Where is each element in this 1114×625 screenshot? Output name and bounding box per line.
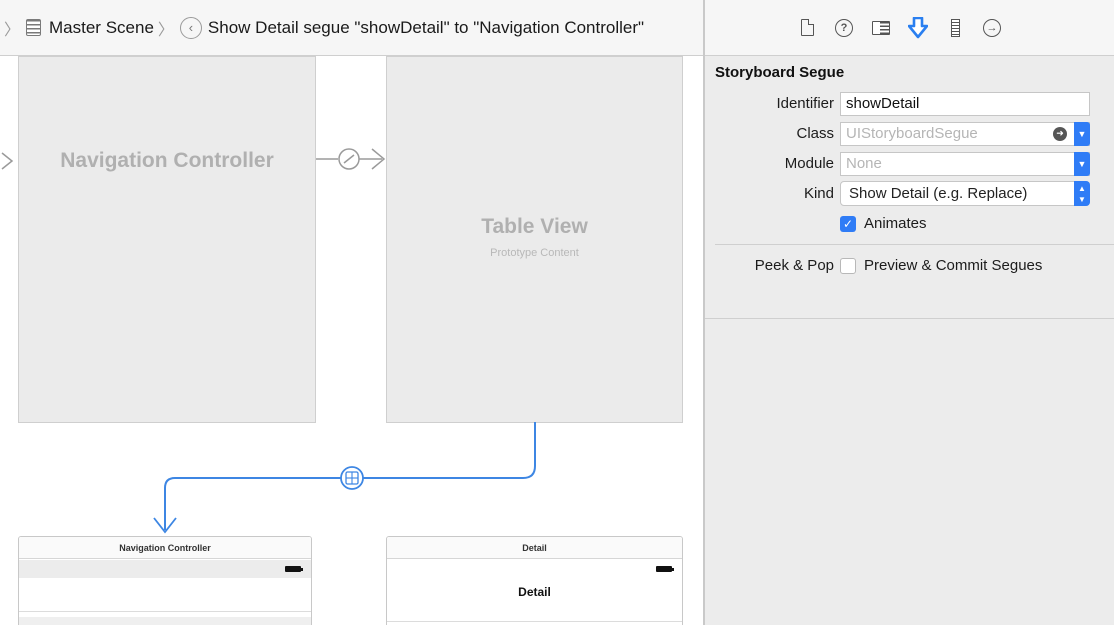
divider: [19, 611, 311, 612]
connections-inspector-tab[interactable]: →: [982, 17, 1002, 39]
storyboard-canvas[interactable]: Navigation Controller Table View Prototy…: [0, 56, 703, 625]
battery-icon: [285, 566, 303, 572]
attributes-inspector-tab[interactable]: [908, 16, 928, 39]
divider: [387, 621, 682, 622]
module-label: Module: [784, 155, 834, 172]
jump-bar: 〉 Master Scene 〉 ‹ Show Detail segue "sh…: [0, 0, 704, 56]
kind-label: Kind: [803, 185, 834, 202]
module-field[interactable]: None ▼: [840, 151, 1090, 176]
toolbar: [19, 617, 311, 625]
identity-card-icon: [872, 20, 890, 35]
peek-pop-row: Peek & Pop Preview & Commit Segues: [715, 251, 1104, 280]
kind-value: Show Detail (e.g. Replace): [849, 185, 1028, 202]
animates-checkbox[interactable]: ✓: [840, 215, 856, 232]
document-icon: [800, 18, 814, 36]
kind-row: Kind Show Detail (e.g. Replace) ▲ ▼: [715, 179, 1104, 208]
identifier-row: Identifier showDetail: [715, 89, 1104, 118]
relationship-segue-icon[interactable]: [316, 144, 388, 174]
show-detail-segue[interactable]: [140, 422, 550, 542]
question-icon: ?: [835, 18, 853, 37]
peek-pop-label: Peek & Pop: [754, 257, 834, 274]
mini-title: Detail: [387, 537, 682, 559]
attributes-arrow-icon: [908, 16, 928, 38]
preview-commit-label[interactable]: Preview & Commit Segues: [864, 257, 1042, 274]
navigation-controller-scene[interactable]: Navigation Controller: [18, 56, 316, 423]
up-down-chevron-icon: ▲ ▼: [1074, 181, 1090, 206]
chevron-right-icon[interactable]: 〉: [4, 16, 20, 40]
go-to-class-icon[interactable]: ➜: [1053, 126, 1067, 141]
mini-detail-controller[interactable]: Detail Detail: [386, 536, 683, 625]
class-field[interactable]: UIStoryboardSegue ➜ ▼: [840, 121, 1090, 146]
class-label: Class: [796, 125, 834, 142]
battery-icon: [656, 566, 674, 572]
file-inspector-tab[interactable]: [797, 17, 817, 39]
breadcrumb-scene[interactable]: Master Scene: [49, 18, 154, 38]
scene-icon: [26, 19, 42, 36]
library-pane: [705, 318, 1114, 625]
identifier-value: showDetail: [846, 94, 920, 112]
identity-inspector-tab[interactable]: [871, 17, 891, 39]
mini-title: Navigation Controller: [19, 537, 311, 559]
module-placeholder: None: [846, 154, 882, 172]
identifier-field[interactable]: showDetail: [840, 91, 1090, 116]
table-view-scene[interactable]: Table View Prototype Content: [386, 56, 683, 423]
utilities-inspector: ? → Storyboard Segue Identifier showDeta…: [705, 0, 1114, 625]
identifier-label: Identifier: [776, 95, 834, 112]
entry-arrow-icon: [1, 152, 14, 170]
quick-help-tab[interactable]: ?: [834, 17, 854, 39]
size-inspector-tab[interactable]: [945, 17, 965, 39]
arrow-circle-icon: →: [983, 18, 1001, 37]
separator: [715, 244, 1114, 245]
attributes-panel: Storyboard Segue Identifier showDetail C…: [705, 56, 1114, 289]
preview-commit-checkbox[interactable]: [840, 257, 856, 274]
class-placeholder: UIStoryboardSegue: [846, 124, 978, 142]
scene-title: Table View: [481, 215, 588, 238]
chevron-right-icon: 〉: [157, 21, 174, 39]
back-circle-icon[interactable]: ‹: [179, 16, 202, 39]
ruler-icon: [950, 18, 960, 37]
chevron-down-icon[interactable]: ▼: [1074, 121, 1090, 146]
animates-label[interactable]: Animates: [864, 215, 927, 232]
inspector-tab-bar: ? →: [705, 0, 1114, 56]
mini-navigation-controller[interactable]: Navigation Controller: [18, 536, 312, 625]
class-row: Class UIStoryboardSegue ➜ ▼: [715, 119, 1104, 148]
breadcrumb-segue[interactable]: Show Detail segue "showDetail" to "Navig…: [208, 18, 644, 38]
detail-nav-title: Detail: [518, 585, 551, 599]
scene-subtitle: Prototype Content: [490, 247, 579, 259]
nav-bar: [19, 560, 311, 578]
animates-row: ✓ Animates: [715, 209, 1104, 238]
chevron-down-icon[interactable]: ▼: [1074, 151, 1090, 176]
kind-popup[interactable]: Show Detail (e.g. Replace) ▲ ▼: [840, 181, 1090, 206]
scene-title: Navigation Controller: [60, 149, 274, 172]
section-title: Storyboard Segue: [715, 64, 845, 81]
module-row: Module None ▼: [715, 149, 1104, 178]
